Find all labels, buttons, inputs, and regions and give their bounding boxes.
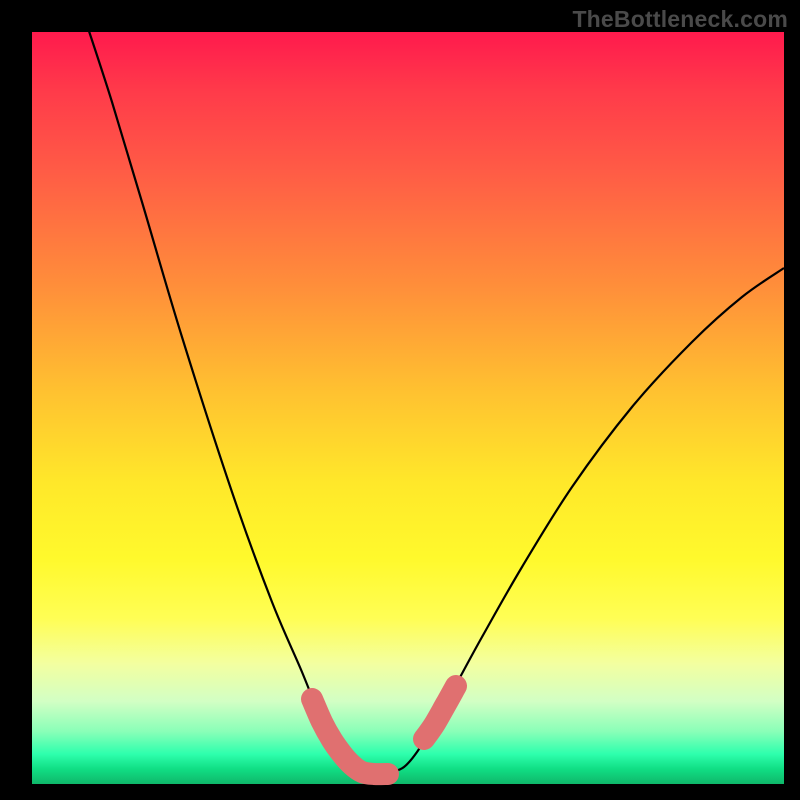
chart-frame: TheBottleneck.com: [0, 0, 800, 800]
curve-line: [86, 22, 784, 774]
marker-cluster-right: [424, 686, 456, 739]
chart-svg: [32, 32, 784, 784]
watermark-text: TheBottleneck.com: [572, 6, 788, 33]
chart-plot-area: [32, 32, 784, 784]
marker-cluster-left: [312, 699, 388, 774]
